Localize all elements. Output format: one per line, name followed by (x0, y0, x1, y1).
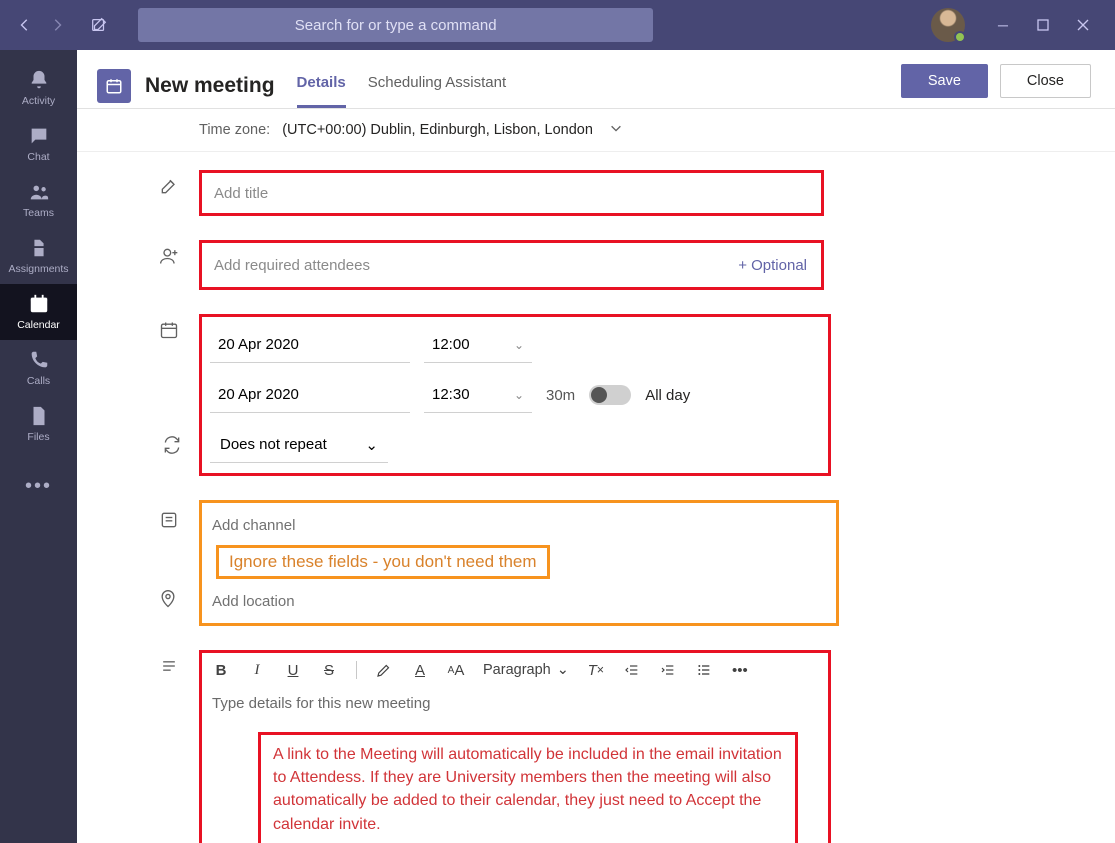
back-button[interactable] (12, 12, 38, 38)
page-title: New meeting (145, 74, 275, 98)
clear-format-button[interactable]: T× (587, 662, 605, 679)
details-placeholder: Type details for this new meeting (212, 695, 818, 712)
allday-toggle[interactable] (589, 385, 631, 405)
presence-available-icon (954, 31, 966, 43)
avatar[interactable] (931, 8, 965, 42)
rail-label: Activity (22, 95, 55, 107)
details-highlight: B I U S A AA Paragraph ⌄ (199, 650, 831, 843)
meeting-form: + Optional 12:00 ⌄ (77, 152, 1115, 843)
attendees-highlight: + Optional (199, 240, 824, 290)
repeat-select[interactable]: Does not repeat ⌄ (210, 427, 388, 463)
search-input[interactable] (138, 8, 653, 42)
main-pane: New meeting Details Scheduling Assistant… (77, 50, 1115, 843)
annotation-ignore: Ignore these fields - you don't need the… (216, 545, 550, 579)
annotation-link-info: A link to the Meeting will automatically… (258, 732, 798, 843)
ignore-highlight: Ignore these fields - you don't need the… (199, 500, 839, 626)
timezone-label: Time zone: (199, 122, 270, 138)
timezone-value: (UTC+00:00) Dublin, Edinburgh, Lisbon, L… (282, 122, 593, 138)
chevron-down-icon: ⌄ (557, 662, 569, 678)
calendar-icon (97, 69, 131, 103)
underline-button[interactable]: U (284, 662, 302, 679)
chevron-down-icon: ⌄ (365, 436, 378, 454)
datetime-highlight: 12:00 ⌄ 12:30 ⌄ 30m All day (199, 314, 831, 476)
rail-teams[interactable]: Teams (0, 172, 77, 228)
page-header: New meeting Details Scheduling Assistant… (77, 50, 1115, 109)
rail-label: Calendar (17, 319, 60, 331)
title-input[interactable] (204, 175, 819, 211)
search-box[interactable] (138, 8, 653, 42)
location-input[interactable] (206, 585, 832, 617)
repeat-icon (162, 435, 182, 460)
title-highlight (199, 170, 824, 216)
start-time-input[interactable]: 12:00 ⌄ (424, 327, 532, 363)
end-date-input[interactable] (210, 377, 410, 413)
rail-chat[interactable]: Chat (0, 116, 77, 172)
rail-calendar[interactable]: Calendar (0, 284, 77, 340)
compose-icon[interactable] (86, 12, 112, 38)
indent-button[interactable] (659, 662, 677, 678)
title-bar: ─ (0, 0, 1115, 50)
rail-label: Files (27, 431, 49, 443)
tab-scheduling-assistant[interactable]: Scheduling Assistant (368, 74, 506, 108)
duration-label: 30m (546, 387, 575, 404)
tab-details[interactable]: Details (297, 74, 346, 108)
timezone-row[interactable]: Time zone: (UTC+00:00) Dublin, Edinburgh… (77, 109, 1115, 152)
rail-activity[interactable]: Activity (0, 60, 77, 116)
font-size-button[interactable]: AA (447, 662, 465, 679)
rail-files[interactable]: Files (0, 396, 77, 452)
rte-toolbar: B I U S A AA Paragraph ⌄ (204, 655, 826, 685)
save-button[interactable]: Save (901, 64, 988, 98)
format-icon (159, 656, 179, 681)
font-color-button[interactable]: A (411, 662, 429, 679)
channel-icon (159, 510, 179, 535)
rail-more[interactable]: ••• (0, 458, 77, 514)
details-editor[interactable]: Type details for this new meeting A link… (204, 685, 826, 843)
location-icon (158, 589, 178, 614)
calendar-field-icon (159, 320, 179, 345)
rail-assignments[interactable]: Assignments (0, 228, 77, 284)
pencil-icon (159, 176, 179, 201)
attendees-input[interactable] (204, 245, 726, 285)
window-maximize-button[interactable] (1023, 5, 1063, 45)
forward-button[interactable] (44, 12, 70, 38)
app-rail: Activity Chat Teams Assignments Calendar… (0, 50, 77, 843)
add-people-icon (159, 246, 179, 271)
channel-input[interactable] (206, 509, 832, 541)
separator (356, 661, 357, 679)
rail-label: Teams (23, 207, 54, 219)
rail-label: Assignments (8, 263, 68, 275)
bold-button[interactable]: B (212, 662, 230, 679)
end-time-input[interactable]: 12:30 ⌄ (424, 377, 532, 413)
chevron-down-icon: ⌄ (514, 388, 524, 402)
more-options-button[interactable]: ••• (731, 662, 749, 679)
close-button[interactable]: Close (1000, 64, 1091, 98)
outdent-button[interactable] (623, 662, 641, 678)
window-minimize-button[interactable]: ─ (983, 5, 1023, 45)
strike-button[interactable]: S (320, 662, 338, 679)
paragraph-select[interactable]: Paragraph ⌄ (483, 662, 569, 678)
chevron-down-icon (609, 121, 623, 139)
italic-button[interactable]: I (248, 662, 266, 679)
window-close-button[interactable] (1063, 5, 1103, 45)
rail-label: Calls (27, 375, 50, 387)
allday-label: All day (645, 387, 690, 404)
highlight-button[interactable] (375, 661, 393, 679)
rail-calls[interactable]: Calls (0, 340, 77, 396)
rail-label: Chat (27, 151, 49, 163)
add-optional-link[interactable]: + Optional (726, 257, 819, 274)
start-date-input[interactable] (210, 327, 410, 363)
chevron-down-icon: ⌄ (514, 338, 524, 352)
bullet-list-button[interactable] (695, 662, 713, 678)
